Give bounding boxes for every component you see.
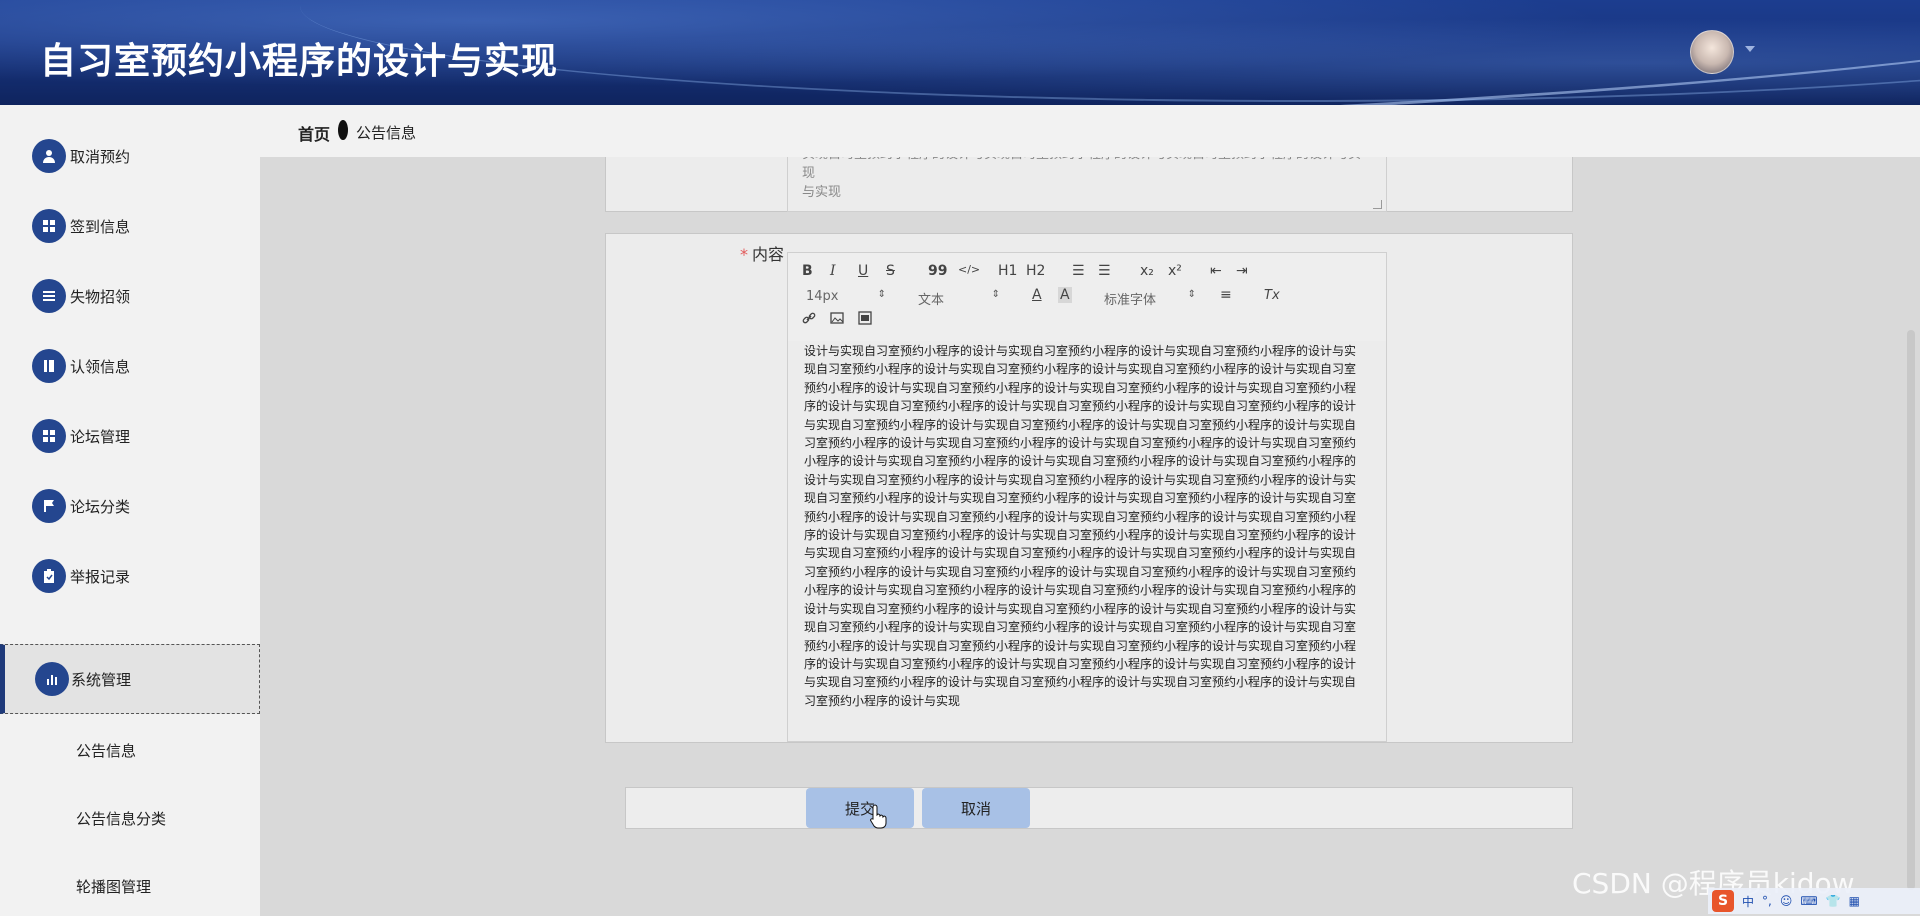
superscript-button[interactable]: x² [1168, 263, 1182, 279]
sidebar-item-forum[interactable]: 论坛管理 [0, 401, 260, 471]
bar-chart-icon [35, 662, 69, 696]
app-title: 自习室预约小程序的设计与实现 [40, 41, 559, 82]
align-button[interactable]: ≡ [1220, 287, 1232, 303]
sidebar-item-cancel-booking[interactable]: 取消预约 [0, 121, 260, 191]
select-arrows-icon: ⇕ [991, 289, 1000, 300]
quote-button[interactable]: 99 [928, 263, 947, 279]
block-type-select[interactable]: 文本 ⇕ [918, 289, 1000, 308]
flag-icon [32, 489, 66, 523]
bold-button[interactable]: B [802, 263, 813, 279]
image-icon [830, 312, 844, 324]
grid-icon [32, 209, 66, 243]
sidebar-item-system[interactable]: 系统管理 [0, 644, 260, 714]
content-label: * 内容 [740, 245, 785, 264]
app-header: 自习室预约小程序的设计与实现 [0, 0, 1920, 105]
sidebar-item-label: 论坛管理 [70, 427, 131, 446]
select-arrows-icon: ⇕ [1187, 289, 1196, 300]
video-icon [858, 311, 872, 325]
sidebar-item-checkin[interactable]: 签到信息 [0, 191, 260, 261]
bullet-list-button[interactable]: ☰ [1098, 263, 1111, 279]
cancel-button[interactable]: 取消 [922, 788, 1030, 828]
h2-button[interactable]: H2 [1026, 263, 1045, 279]
punctuation-icon[interactable]: °, [1762, 894, 1772, 908]
resize-handle[interactable] [1373, 200, 1382, 209]
breadcrumb-home[interactable]: 首页 [298, 121, 330, 145]
font-size-select[interactable]: 14px ⇕ [806, 289, 886, 304]
font-color-button[interactable]: A [1032, 287, 1042, 303]
sidebar-item-label: 取消预约 [70, 147, 131, 166]
clipboard-icon [32, 559, 66, 593]
toolbox-icon[interactable]: ▦ [1849, 894, 1860, 908]
avatar[interactable] [1690, 30, 1734, 74]
clear-format-button[interactable]: Tx [1264, 288, 1280, 303]
sidebar-item-lost-found[interactable]: 失物招领 [0, 261, 260, 331]
sidebar-item-reports[interactable]: 举报记录 [0, 541, 260, 611]
grid-icon [32, 419, 66, 453]
breadcrumb-separator [338, 120, 348, 140]
link-icon [802, 312, 816, 324]
sidebar-subitem-carousel[interactable]: 轮播图管理 [0, 856, 260, 916]
skin-icon[interactable]: 👕 [1826, 894, 1841, 908]
sidebar-item-label: 签到信息 [70, 217, 131, 236]
italic-button[interactable]: I [830, 263, 836, 279]
code-button[interactable]: </> [958, 263, 980, 276]
sidebar-subitem-label: 公告信息 [76, 741, 137, 760]
chevron-down-icon[interactable] [1745, 46, 1755, 52]
indent-button[interactable]: ⇥ [1236, 263, 1248, 279]
submit-button[interactable]: 提交 [806, 788, 914, 828]
sidebar-item-label: 失物招领 [70, 287, 131, 306]
video-button[interactable] [858, 311, 872, 329]
h1-button[interactable]: H1 [998, 263, 1017, 279]
image-button[interactable] [830, 311, 844, 329]
editor-toolbar: B I U S 99 </> H1 H2 ☰ ☰ x₂ x² ⇤ ⇥ 14px ⇕… [788, 253, 1386, 342]
main-content: 实现自习室预约小程序的设计与实现自习室预约小程序的设计与实现自习室预约小程序的设… [260, 157, 1920, 916]
background-color-button[interactable]: A [1058, 287, 1072, 303]
sidebar-item-label: 论坛分类 [70, 497, 131, 516]
summary-textarea-text: 实现自习室预约小程序的设计与实现自习室预约小程序的设计与实现自习室预约小程序的设… [802, 157, 1361, 200]
underline-button[interactable]: U [858, 263, 868, 279]
sidebar-item-claims[interactable]: 认领信息 [0, 331, 260, 401]
form-actions: 提交 取消 [625, 787, 1573, 829]
system-tray: S 中 °, ☺ ⌨ 👕 ▦ [1708, 888, 1920, 914]
summary-textarea[interactable]: 实现自习室预约小程序的设计与实现自习室预约小程序的设计与实现自习室预约小程序的设… [787, 157, 1387, 212]
link-button[interactable] [802, 311, 816, 329]
outdent-button[interactable]: ⇤ [1210, 263, 1222, 279]
sidebar-subitem-label: 公告信息分类 [76, 809, 167, 828]
font-family-select[interactable]: 标准字体 ⇕ [1104, 289, 1196, 308]
content-form-panel: * 内容 B I U S 99 </> H1 H2 ☰ ☰ x₂ x² ⇤ ⇥ 1… [605, 233, 1573, 743]
breadcrumb: 首页 公告信息 [260, 105, 1920, 158]
ordered-list-button[interactable]: ☰ [1072, 263, 1085, 279]
ime-logo[interactable]: S [1712, 890, 1734, 912]
book-icon [32, 349, 66, 383]
subscript-button[interactable]: x₂ [1140, 263, 1154, 279]
list-icon [32, 279, 66, 313]
sidebar: 取消预约 签到信息 失物招领 认领信息 论坛管理 论坛分类 举报记录 系统管理 … [0, 105, 260, 916]
keyboard-icon[interactable]: ⌨ [1800, 894, 1817, 908]
editor-body[interactable]: 设计与实现自习室预约小程序的设计与实现自习室预约小程序的设计与实现自习室预约小程… [788, 341, 1386, 741]
sidebar-item-label: 认领信息 [70, 357, 131, 376]
breadcrumb-current: 公告信息 [356, 124, 417, 142]
ime-mode-icon[interactable]: 中 [1742, 893, 1754, 910]
editor-content: 设计与实现自习室预约小程序的设计与实现自习室预约小程序的设计与实现自习室预约小程… [804, 344, 1357, 708]
sidebar-item-label: 系统管理 [71, 670, 132, 689]
hand-cursor-icon [870, 804, 887, 829]
sidebar-subitem-notice-category[interactable]: 公告信息分类 [0, 788, 260, 848]
sidebar-item-forum-category[interactable]: 论坛分类 [0, 471, 260, 541]
page-scrollbar[interactable] [1907, 330, 1915, 890]
summary-textarea-panel: 实现自习室预约小程序的设计与实现自习室预约小程序的设计与实现自习室预约小程序的设… [605, 157, 1573, 212]
required-mark: * [740, 245, 748, 264]
select-arrows-icon: ⇕ [877, 289, 886, 300]
user-icon [32, 139, 66, 173]
sidebar-item-label: 举报记录 [70, 567, 131, 586]
rich-text-editor[interactable]: B I U S 99 </> H1 H2 ☰ ☰ x₂ x² ⇤ ⇥ 14px ⇕… [787, 252, 1387, 742]
emoji-icon[interactable]: ☺ [1780, 894, 1793, 908]
sidebar-subitem-label: 轮播图管理 [76, 877, 152, 896]
strike-button[interactable]: S [886, 263, 895, 279]
sidebar-subitem-notice[interactable]: 公告信息 [0, 720, 260, 780]
